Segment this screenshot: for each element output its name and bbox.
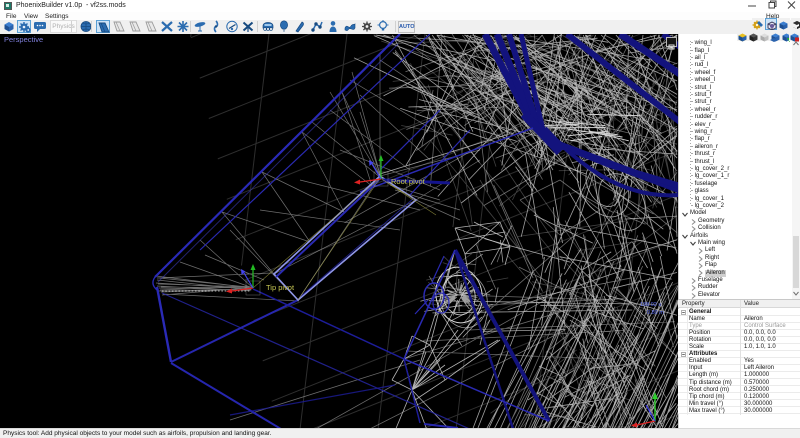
svg-text:198.02 u: 198.02 u (640, 302, 661, 308)
svg-text:Root pivot: Root pivot (391, 177, 426, 186)
svg-text:Tip pivot: Tip pivot (266, 283, 295, 292)
svg-text:0.80 m: 0.80 m (647, 310, 664, 316)
